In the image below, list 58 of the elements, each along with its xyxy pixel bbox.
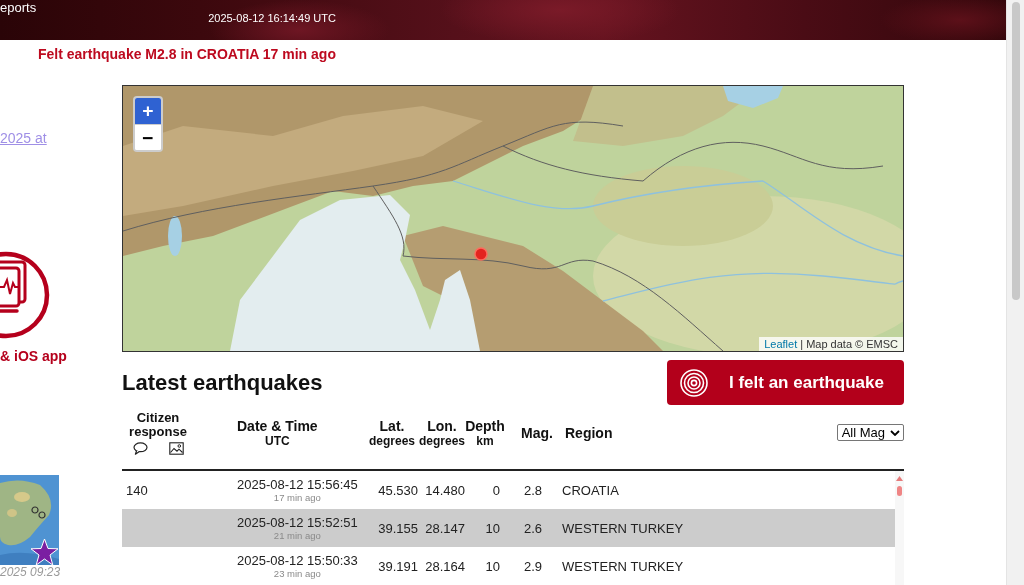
star-icon	[30, 538, 59, 566]
column-unit: km	[476, 433, 494, 448]
caret-icon	[890, 429, 900, 436]
concentric-circles-icon	[680, 368, 708, 397]
zoom-button[interactable]: −	[135, 124, 161, 150]
column-label: Date & Time	[237, 417, 318, 434]
table-cell: 2025-08-12 15:52:51	[237, 515, 358, 530]
map-thumbnail-drawing[interactable]	[0, 475, 59, 565]
table-cell: 14.480	[425, 482, 465, 498]
leaflet-link[interactable]: Leaflet	[764, 337, 798, 351]
table-cell: 39.191	[378, 558, 418, 574]
table-cell: 39.155	[378, 520, 418, 536]
filter-dropdown[interactable]: All Mag	[836, 424, 904, 441]
app-link[interactable]: & iOS app	[0, 348, 67, 364]
attribution-text: | Map data © EMSC	[800, 337, 898, 351]
table-cell: 0	[492, 482, 500, 498]
table-cell: 28.164	[425, 558, 465, 574]
page-scrollbar[interactable]	[1006, 0, 1024, 585]
table-cell: 2025-08-12 15:56:45	[237, 477, 358, 492]
table-cell: 2025-08-12 15:50:33	[237, 553, 358, 568]
alert-link[interactable]: Felt earthquake M2.8 in CROATIA 17 min ago	[38, 46, 336, 62]
nav-link[interactable]: eports	[0, 0, 37, 15]
column-label: Lat.	[379, 417, 405, 434]
table-cell: 2.9	[523, 558, 542, 574]
table-cell: CROATIA	[562, 482, 619, 498]
felt-earthquake-button[interactable]: I felt an earthquake	[667, 360, 904, 405]
section-title: Latest earthquakes	[122, 369, 323, 396]
table-cell: 10	[485, 558, 500, 574]
column-unit: degrees	[419, 433, 465, 448]
table-cell: 140	[126, 482, 148, 498]
comment-icon	[132, 441, 148, 455]
column-label: Mag.	[521, 424, 553, 441]
time-ago-text: 17 min ago	[273, 492, 321, 503]
time-ago-text: 23 min ago	[273, 568, 321, 579]
tablet-heartbeat-icon[interactable]	[0, 251, 50, 340]
column-label: Citizen response	[128, 410, 188, 439]
scrollbar-thumb[interactable]	[1011, 2, 1020, 300]
clock-text: 2025-08-12 16:14:49 UTC	[208, 12, 336, 25]
table-cell: WESTERN TURKEY	[562, 558, 684, 574]
image-icon	[168, 441, 184, 455]
table-cell: 2.6	[523, 520, 542, 536]
table-cell: WESTERN TURKEY	[562, 520, 684, 536]
scrollbar-thumb[interactable]	[897, 486, 902, 496]
zoom-button[interactable]: +	[135, 98, 161, 124]
table-cell: 10	[485, 520, 500, 536]
scroll-up-arrow-icon[interactable]	[896, 476, 903, 481]
table-cell: 28.147	[425, 520, 465, 536]
column-unit: degrees	[369, 433, 415, 448]
thumbnail-caption: 2025 09:23	[0, 565, 61, 579]
table-scrollbar[interactable]	[895, 471, 904, 585]
column-label: Lon.	[427, 417, 457, 434]
table-cell: 45.530	[378, 482, 418, 498]
column-unit: UTC	[265, 433, 290, 448]
location-dot-icon[interactable]	[474, 247, 488, 261]
column-label: Region	[565, 424, 613, 441]
column-label: Depth	[465, 417, 505, 434]
table-cell: 2.8	[523, 482, 542, 498]
map-panel[interactable]: + − Leaflet | Map data © EMSC	[122, 85, 904, 352]
